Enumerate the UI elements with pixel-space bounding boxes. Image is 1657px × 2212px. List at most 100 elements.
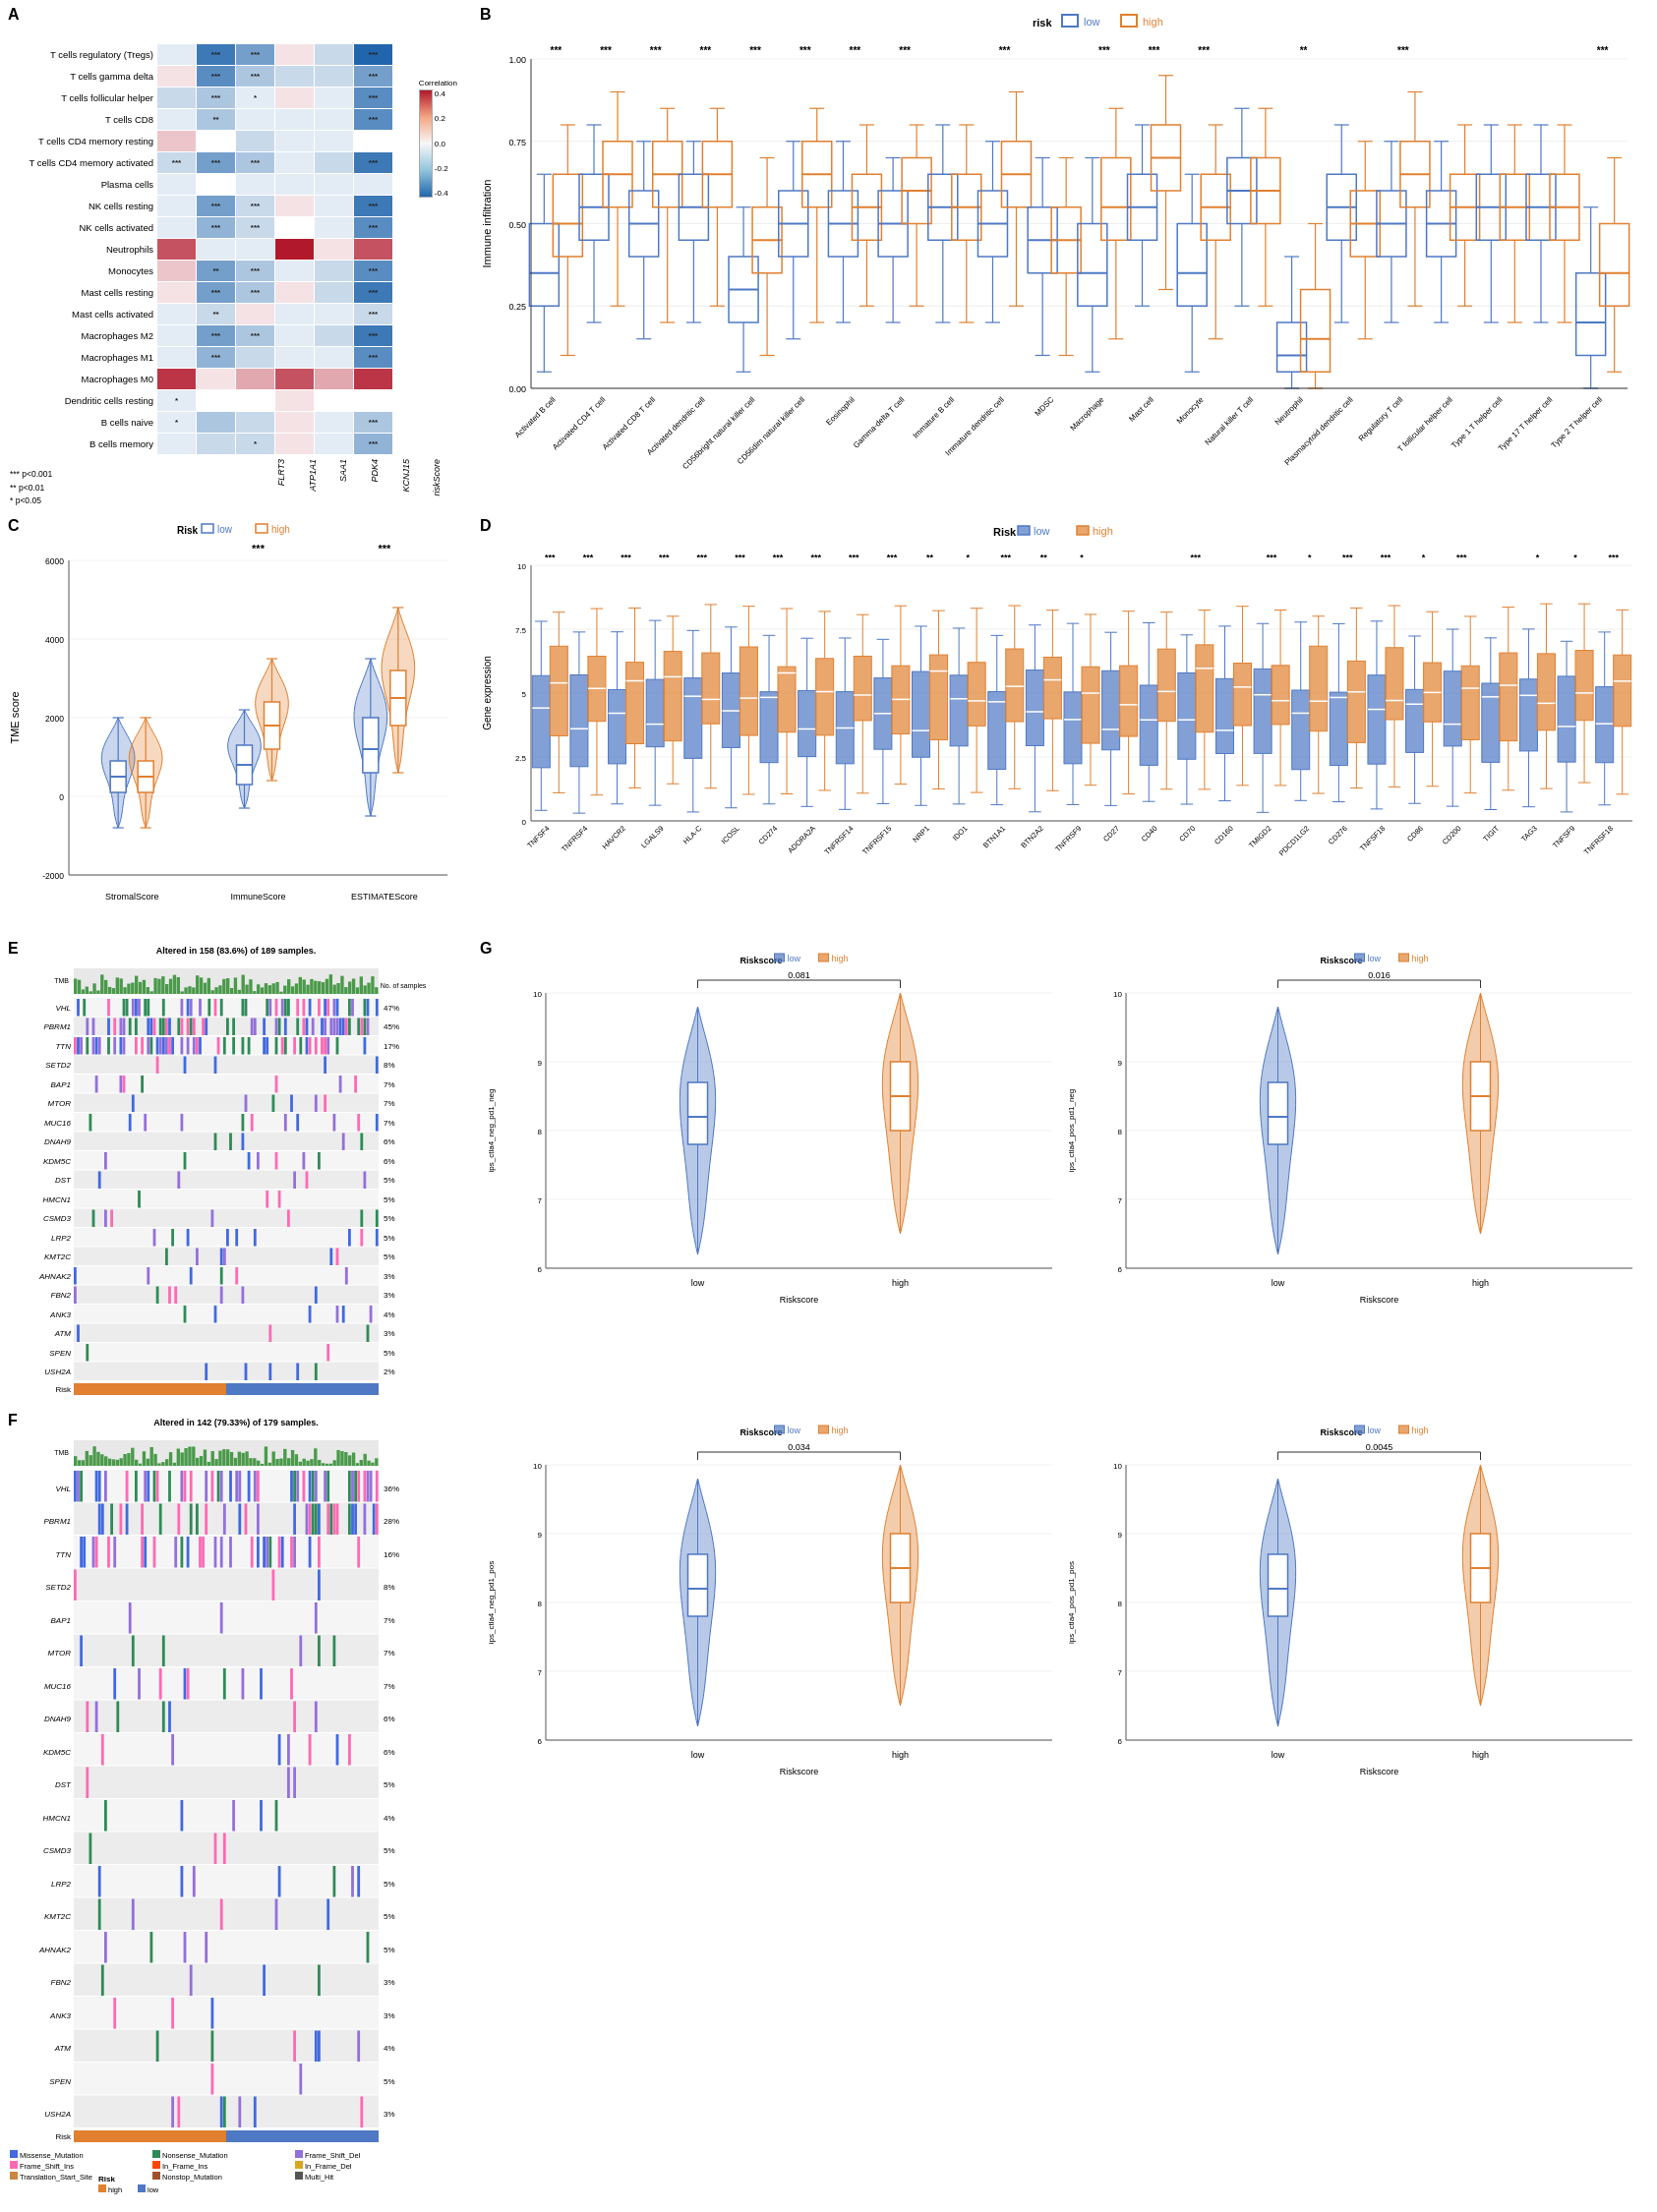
svg-text:low: low <box>691 1750 705 1760</box>
svg-text:SPEN: SPEN <box>49 2077 71 2086</box>
svg-rect-868 <box>333 985 336 994</box>
svg-text:USH2A: USH2A <box>44 2110 71 2119</box>
svg-rect-1344 <box>80 1471 83 1502</box>
heatmap-row-label: T cells CD4 memory activated <box>10 157 157 168</box>
svg-rect-963 <box>336 1019 339 1036</box>
svg-text:***: *** <box>773 553 784 562</box>
svg-rect-906 <box>281 999 284 1017</box>
svg-text:45%: 45% <box>384 1022 399 1031</box>
svg-rect-887 <box>126 999 129 1017</box>
svg-rect-1555 <box>263 1965 266 1997</box>
svg-rect-1227 <box>1399 954 1409 961</box>
svg-rect-1490 <box>162 1702 165 1733</box>
svg-text:high: high <box>1143 16 1163 28</box>
svg-rect-1452 <box>74 1569 379 1601</box>
svg-rect-1002 <box>223 1037 226 1055</box>
svg-rect-1356 <box>184 1471 187 1502</box>
svg-rect-1293 <box>204 1450 207 1466</box>
svg-rect-1352 <box>153 1471 156 1502</box>
svg-rect-805 <box>92 983 95 994</box>
svg-rect-861 <box>306 985 309 994</box>
svg-rect-1515 <box>232 1800 235 1832</box>
svg-rect-1485 <box>74 1701 379 1733</box>
svg-rect-1584 <box>238 2097 241 2128</box>
svg-rect-1455 <box>272 1570 275 1601</box>
svg-rect-888 <box>132 999 135 1017</box>
svg-rect-1154 <box>74 1324 379 1343</box>
svg-rect-1365 <box>248 1471 251 1502</box>
svg-text:Gene expression: Gene expression <box>482 656 493 730</box>
svg-rect-442 <box>664 652 681 741</box>
svg-text:***: *** <box>378 543 391 554</box>
svg-rect-1479 <box>187 1668 190 1700</box>
svg-rect-966 <box>345 1019 348 1036</box>
svg-rect-1589 <box>74 2130 226 2142</box>
svg-text:USH2A: USH2A <box>44 1368 71 1376</box>
heatmap-cell <box>315 390 353 411</box>
svg-rect-1477 <box>159 1668 162 1700</box>
heatmap-cell <box>157 217 196 238</box>
svg-rect-920 <box>367 999 370 1017</box>
svg-rect-819 <box>147 987 149 994</box>
svg-text:***: *** <box>1597 45 1609 56</box>
svg-rect-1538 <box>132 1899 135 1931</box>
heatmap-cell: *** <box>354 87 392 108</box>
svg-rect-1157 <box>268 1325 271 1343</box>
svg-rect-1279 <box>150 1447 153 1466</box>
heatmap-cell: *** <box>236 217 274 238</box>
svg-rect-1567 <box>211 2031 214 2063</box>
svg-rect-1015 <box>315 1037 318 1055</box>
svg-rect-1170 <box>296 1364 299 1381</box>
svg-text:7%: 7% <box>384 1616 395 1625</box>
svg-rect-1288 <box>184 1448 187 1466</box>
heatmap-cell <box>236 304 274 324</box>
svg-text:Nonsense_Mutation: Nonsense_Mutation <box>162 2151 228 2160</box>
svg-rect-1460 <box>129 1602 132 1634</box>
svg-text:DNAH9: DNAH9 <box>44 1715 72 1723</box>
heatmap-cell: *** <box>236 44 274 65</box>
svg-rect-1391 <box>120 1504 123 1536</box>
svg-rect-1500 <box>287 1734 290 1766</box>
svg-rect-1586 <box>360 2097 363 2128</box>
svg-rect-596 <box>1082 667 1099 743</box>
svg-rect-1541 <box>326 1899 329 1931</box>
svg-rect-1047 <box>324 1095 326 1113</box>
svg-text:5%: 5% <box>384 1214 395 1223</box>
heatmap-cell <box>157 196 196 216</box>
svg-rect-1591 <box>10 2150 18 2158</box>
svg-rect-1354 <box>168 1471 171 1502</box>
svg-rect-699 <box>1368 675 1386 764</box>
svg-rect-1509 <box>293 1768 296 1799</box>
svg-rect-1444 <box>278 1537 281 1568</box>
svg-text:9: 9 <box>1118 1059 1123 1068</box>
svg-rect-1289 <box>188 1447 191 1466</box>
svg-rect-1079 <box>318 1152 321 1170</box>
svg-rect-1001 <box>217 1037 220 1055</box>
svg-rect-1044 <box>272 1095 275 1113</box>
panel-g-top: G Riskscorelowhigh678910ips_ctla4_neg_pd… <box>472 934 1657 1408</box>
svg-rect-1100 <box>211 1210 214 1228</box>
svg-rect-1428 <box>141 1537 144 1568</box>
svg-rect-916 <box>336 999 339 1017</box>
heatmap-cell <box>157 131 196 151</box>
heatmap-cell <box>197 131 235 151</box>
svg-rect-644 <box>1215 678 1233 753</box>
svg-rect-825 <box>169 979 172 994</box>
svg-rect-1533 <box>357 1866 360 1897</box>
svg-text:Risk: Risk <box>55 2132 72 2141</box>
svg-text:***: *** <box>1267 553 1277 562</box>
svg-rect-938 <box>165 1019 168 1036</box>
svg-rect-774 <box>1575 651 1593 721</box>
svg-rect-1442 <box>266 1537 268 1568</box>
svg-rect-1098 <box>104 1210 107 1228</box>
svg-rect-1207 <box>688 1082 708 1144</box>
svg-rect-1539 <box>220 1899 223 1931</box>
svg-rect-912 <box>318 999 321 1017</box>
svg-rect-964 <box>339 1019 342 1036</box>
heatmap-cell: * <box>236 87 274 108</box>
svg-rect-691 <box>1347 661 1365 742</box>
heatmap-cell <box>157 174 196 195</box>
svg-rect-1192 <box>775 954 785 961</box>
svg-rect-456 <box>702 653 720 724</box>
svg-rect-1291 <box>196 1458 199 1466</box>
